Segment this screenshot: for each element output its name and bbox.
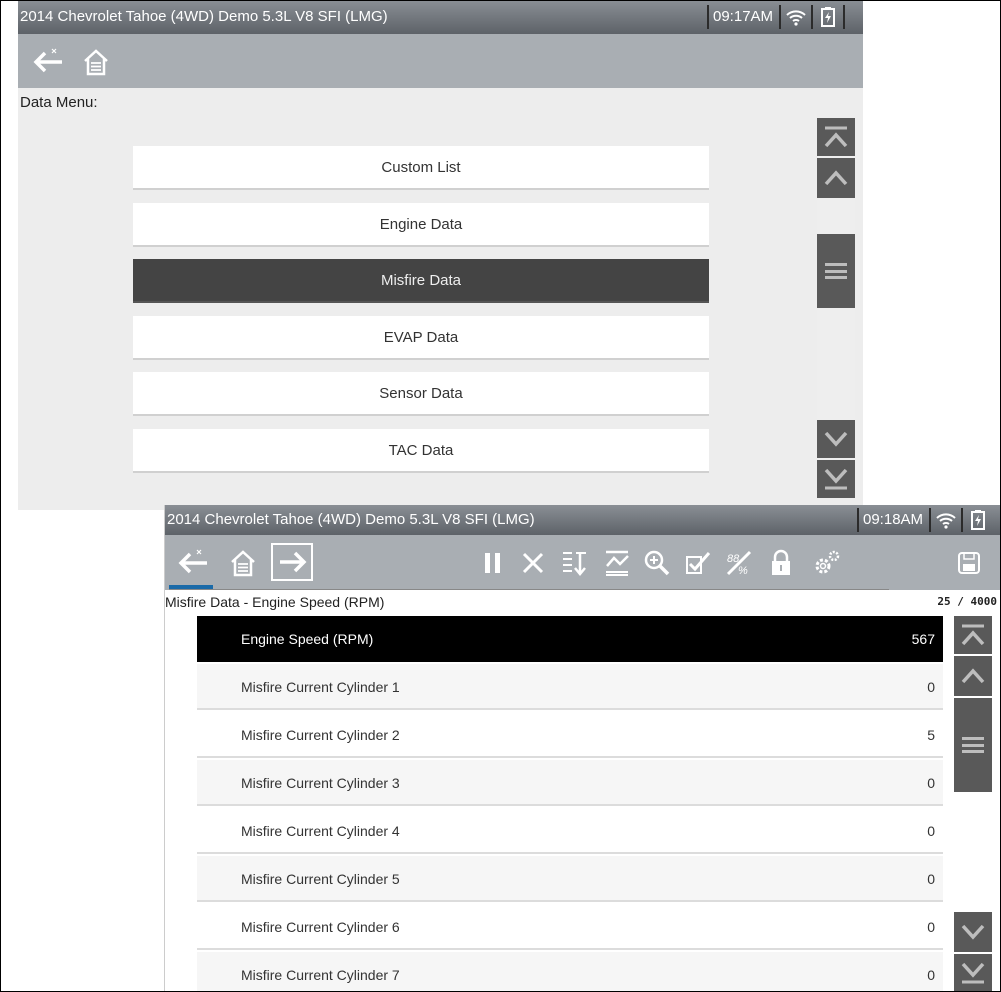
data-menu-label: Data Menu: <box>20 94 98 111</box>
scroll-down-icon[interactable] <box>954 912 992 952</box>
data-list-label: Misfire Data - Engine Speed (RPM) <box>165 594 385 610</box>
pause-icon[interactable] <box>473 545 513 581</box>
table-row[interactable]: Misfire Current Cylinder 6 0 <box>197 904 943 950</box>
units-icon[interactable]: 88% <box>719 545 759 581</box>
scroll-top-icon[interactable] <box>817 118 855 156</box>
wifi-icon <box>931 508 961 532</box>
table-row[interactable]: Misfire Current Cylinder 5 0 <box>197 856 943 902</box>
title-bar: 2014 Chevrolet Tahoe (4WD) Demo 5.3L V8 … <box>18 0 863 34</box>
vehicle-title: 2014 Chevrolet Tahoe (4WD) Demo 5.3L V8 … <box>20 8 388 25</box>
status-area: 09:18AM <box>857 508 993 532</box>
menu-item-tac-data[interactable]: TAC Data <box>133 429 709 473</box>
divider <box>169 589 889 590</box>
pid-name: Misfire Current Cylinder 5 <box>241 871 400 887</box>
home-icon[interactable] <box>76 44 116 80</box>
settings-icon[interactable] <box>807 545 847 581</box>
battery-icon <box>963 508 993 532</box>
wifi-icon <box>781 5 811 29</box>
pid-value: 0 <box>927 871 935 887</box>
scroll-top-icon[interactable] <box>954 616 992 654</box>
scroll-bottom-icon[interactable] <box>954 954 992 992</box>
toolbar: 88% <box>165 535 1001 590</box>
pid-name: Misfire Current Cylinder 1 <box>241 679 400 695</box>
data-menu-screen: 2014 Chevrolet Tahoe (4WD) Demo 5.3L V8 … <box>18 0 863 510</box>
lock-icon[interactable] <box>761 545 801 581</box>
scroll-bottom-icon[interactable] <box>817 460 855 498</box>
pid-value: 0 <box>927 823 935 839</box>
pid-value: 0 <box>927 679 935 695</box>
pid-name: Misfire Current Cylinder 4 <box>241 823 400 839</box>
svg-text:%: % <box>738 565 748 577</box>
pid-value: 567 <box>911 631 935 647</box>
clear-icon[interactable] <box>513 545 553 581</box>
sort-icon[interactable] <box>555 545 595 581</box>
back-arrow-icon[interactable] <box>28 44 68 80</box>
table-row[interactable]: Misfire Current Cylinder 3 0 <box>197 760 943 806</box>
list-scrollbar[interactable] <box>954 616 992 992</box>
menu-item-custom-list[interactable]: Custom List <box>133 146 709 190</box>
zoom-icon[interactable] <box>637 545 677 581</box>
status-area: 09:17AM <box>707 5 846 29</box>
svg-text:88: 88 <box>727 553 740 565</box>
table-row[interactable]: Misfire Current Cylinder 7 0 <box>197 952 943 992</box>
scroll-down-icon[interactable] <box>817 420 855 458</box>
menu-item-evap-data[interactable]: EVAP Data <box>133 316 709 360</box>
clock: 09:17AM <box>707 5 779 29</box>
check-icon[interactable] <box>677 545 717 581</box>
pid-name: Misfire Current Cylinder 6 <box>241 919 400 935</box>
clock: 09:18AM <box>857 508 929 532</box>
pid-name: Engine Speed (RPM) <box>241 631 374 647</box>
pid-name: Misfire Current Cylinder 7 <box>241 967 400 983</box>
graph-view-icon[interactable] <box>597 545 637 581</box>
table-row[interactable]: Engine Speed (RPM) 567 <box>197 616 943 662</box>
pid-value: 0 <box>927 775 935 791</box>
vehicle-title: 2014 Chevrolet Tahoe (4WD) Demo 5.3L V8 … <box>167 511 535 528</box>
back-arrow-icon[interactable] <box>173 545 213 581</box>
scroll-thumb[interactable] <box>817 234 855 308</box>
table-row[interactable]: Misfire Current Cylinder 1 0 <box>197 664 943 710</box>
pid-value: 5 <box>927 727 935 743</box>
pid-value: 0 <box>927 919 935 935</box>
table-row[interactable]: Misfire Current Cylinder 4 0 <box>197 808 943 854</box>
frame-counter: 25 / 4000 <box>937 595 997 608</box>
pid-name: Misfire Current Cylinder 3 <box>241 775 400 791</box>
save-icon[interactable] <box>949 545 989 581</box>
pid-value: 0 <box>927 967 935 983</box>
forward-arrow-icon[interactable] <box>271 543 313 581</box>
menu-item-sensor-data[interactable]: Sensor Data <box>133 372 709 416</box>
scroll-up-icon[interactable] <box>817 158 855 198</box>
battery-icon <box>813 5 843 29</box>
menu-item-misfire-data[interactable]: Misfire Data <box>133 259 709 303</box>
title-bar: 2014 Chevrolet Tahoe (4WD) Demo 5.3L V8 … <box>165 505 1001 535</box>
toolbar <box>18 34 863 88</box>
menu-item-engine-data[interactable]: Engine Data <box>133 203 709 247</box>
pid-name: Misfire Current Cylinder 2 <box>241 727 400 743</box>
data-list-screen: 2014 Chevrolet Tahoe (4WD) Demo 5.3L V8 … <box>164 505 1001 992</box>
home-icon[interactable] <box>223 545 263 581</box>
scroll-thumb[interactable] <box>954 698 992 792</box>
menu-scrollbar[interactable] <box>817 118 855 498</box>
table-row[interactable]: Misfire Current Cylinder 2 5 <box>197 712 943 758</box>
scroll-up-icon[interactable] <box>954 656 992 696</box>
